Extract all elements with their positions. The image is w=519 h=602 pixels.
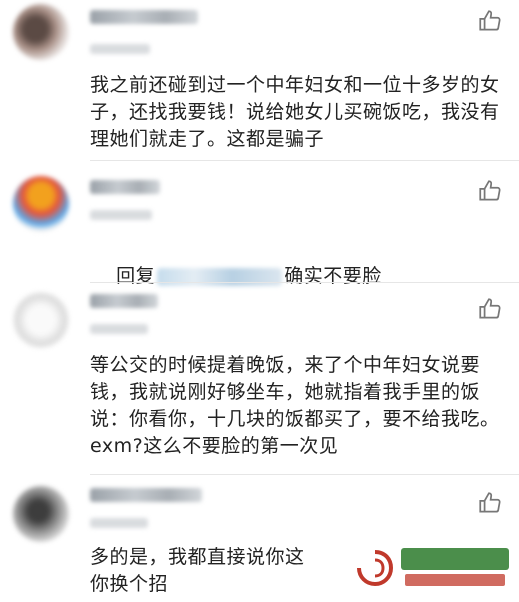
avatar[interactable]: [13, 4, 69, 60]
timestamp-blurred: [90, 210, 152, 220]
timestamp-blurred: [90, 518, 148, 528]
watermark-logo: [353, 544, 513, 594]
avatar[interactable]: [13, 292, 69, 348]
thumbs-up-icon[interactable]: [477, 296, 503, 322]
avatar[interactable]: [13, 486, 69, 542]
thumbs-up-icon[interactable]: [477, 178, 503, 204]
comment-item-1: 我之前还碰到过一个中年妇女和一位十多岁的女子，还找我要钱！说给她女儿买碗饭吃，我…: [0, 0, 519, 162]
logo-text-mark: [401, 548, 509, 586]
divider: [90, 474, 519, 475]
comment-text: 我之前还碰到过一个中年妇女和一位十多岁的女子，还找我要钱！说给她女儿买碗饭吃，我…: [90, 74, 500, 150]
comment-item-2: 回复 确实不要脸: [0, 162, 519, 287]
timestamp-blurred: [90, 324, 148, 334]
timestamp-blurred: [90, 44, 150, 54]
divider: [90, 160, 519, 161]
username-blurred[interactable]: [90, 294, 158, 308]
avatar[interactable]: [13, 176, 69, 232]
thumbs-up-icon[interactable]: [477, 8, 503, 34]
divider: [90, 282, 519, 283]
comment-text: 多的是，我都直接说你这 你换个招: [90, 546, 331, 595]
username-blurred[interactable]: [90, 180, 160, 194]
comment-text: 等公交的时候提着晚饭，来了个中年妇女说要钱，我就说刚好够坐车，她就指着我手里的饭…: [90, 354, 500, 457]
comment-item-3: 等公交的时候提着晚饭，来了个中年妇女说要钱，我就说刚好够坐车，她就指着我手里的饭…: [0, 284, 519, 476]
thumbs-up-icon[interactable]: [477, 490, 503, 516]
logo-swirl-icon: [357, 550, 394, 587]
username-blurred[interactable]: [90, 10, 198, 24]
username-blurred[interactable]: [90, 488, 202, 502]
